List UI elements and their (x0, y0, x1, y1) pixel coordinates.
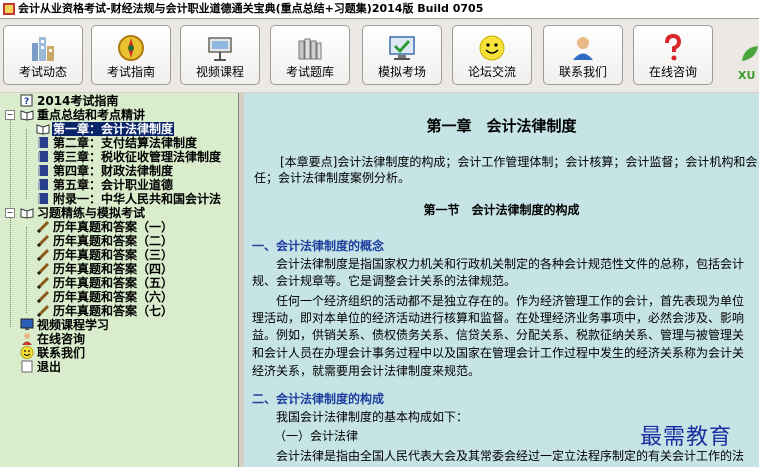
pencil-icon (36, 248, 50, 261)
content-pane: 第一章 会计法律制度 [本章要点]会计法律制度的构成；会计工作管理体制；会计核算… (244, 93, 759, 467)
tree-item-chapter-5[interactable]: 第五章：会计职业道德 (36, 178, 174, 192)
tree-item-past-exam-6[interactable]: 历年真题和答案（六） (36, 290, 174, 304)
tree-item-chapter-1[interactable]: 第一章：会计法律制度 (36, 122, 175, 136)
toolbar-button-label: 考试指南 (106, 65, 155, 79)
person-icon (22, 333, 32, 345)
tree-item-chapter-2[interactable]: 第二章：支付结算法律制度 (36, 136, 198, 150)
closed-book-icon (38, 165, 48, 176)
projector-icon (208, 37, 232, 61)
brand-text: XU (738, 69, 756, 82)
tree-collapse-toggle[interactable]: − (5, 110, 15, 120)
closed-book-icon (38, 137, 48, 148)
tree-item-contact-us[interactable]: 联系我们 (20, 346, 86, 360)
paragraph-line: 理活动，即对本单位的经济活动进行核算和监督。在处理经济业务事项中，必然会涉及、影… (252, 311, 745, 325)
city-buildings-icon (32, 37, 54, 61)
paragraph-line: 任何一个经济组织的活动都不是独立存在的。作为经济管理工作的会计，首先表现为单位 (276, 294, 745, 308)
paragraph-line: 会计法律制度是指国家权力机关和行政机关制定的各种会计规范性文件的总称，包括会计 (276, 257, 745, 271)
closed-book-icon (38, 179, 48, 190)
smiley-icon (479, 35, 505, 61)
pencil-icon (36, 304, 50, 317)
tree-connector (10, 115, 11, 327)
open-book-icon (20, 110, 34, 121)
tree-item-past-exam-1[interactable]: 历年真题和答案（一） (36, 220, 174, 234)
tree-item-chapter-3[interactable]: 第三章：税收征收管理法律制度 (36, 150, 222, 164)
toolbar-button-label: 在线咨询 (648, 65, 697, 79)
tree-item-past-exam-3[interactable]: 历年真题和答案（三） (36, 248, 174, 262)
toolbar-button-video-courses[interactable]: 视频课程 (180, 25, 260, 85)
tree-connector (26, 129, 27, 199)
key-points-line-2: 任；会计法律制度案例分析。 (254, 171, 411, 185)
blank-page-icon (21, 360, 33, 373)
question-mark-icon (665, 33, 682, 61)
window-title: 会计从业资格考试-财经法规与会计职业道德通关宝典(重点总结+习题集)2014版 … (18, 2, 484, 15)
toolbar-button-question-bank[interactable]: 考试题库 (270, 25, 350, 85)
toolbar-button-label: 模拟考场 (377, 65, 426, 79)
tree-item-key-summary[interactable]: 重点总结和考点精讲 (20, 108, 146, 122)
brand-logo: XU (738, 43, 759, 93)
paragraph-line: 益。例如，供销关系、债权债务关系、信贷关系、分配关系、税款征纳关系、管理与被管理… (252, 328, 745, 342)
tree-item-exam-guide-2014[interactable]: ? 2014考试指南 (20, 94, 119, 108)
paragraph-line: （一）会计法律 (274, 429, 359, 443)
paragraph-line: 经济关系，就需要用会计法律制度来规范。 (252, 364, 481, 378)
toolbar-button-forum[interactable]: 论坛交流 (452, 25, 532, 85)
tree-item-past-exam-2[interactable]: 历年真题和答案（二） (36, 234, 174, 248)
key-points-label: [本章要点] (280, 155, 338, 169)
main-toolbar: 考试动态 考试指南 视频课程 考试题库 模拟考场 论坛交流 联系我们 在线咨询 … (0, 19, 759, 92)
open-book-icon (20, 208, 34, 219)
tree-collapse-toggle[interactable]: − (5, 208, 15, 218)
toolbar-button-contact-us[interactable]: 联系我们 (543, 25, 623, 85)
toolbar-button-exam-guide[interactable]: 考试指南 (91, 25, 171, 85)
svg-text:?: ? (24, 97, 29, 107)
tree-connector (26, 227, 27, 313)
pencil-icon (36, 276, 50, 289)
tree-item-video-study[interactable]: 视频课程学习 (20, 318, 110, 332)
title-bar: 会计从业资格考试-财经法规与会计职业道德通关宝典(重点总结+习题集)2014版 … (0, 0, 759, 19)
tree-item-appendix-1[interactable]: 附录一：中华人民共和国会计法 (36, 192, 222, 206)
toolbar-button-label: 联系我们 (558, 65, 607, 79)
tree-item-past-exam-7[interactable]: 历年真题和答案（七） (36, 304, 174, 318)
open-book-icon (36, 124, 50, 135)
closed-book-icon (38, 151, 48, 162)
toolbar-button-label: 考试题库 (285, 65, 334, 79)
toolbar-button-label: 视频课程 (195, 65, 244, 79)
toolbar-button-exam-news[interactable]: 考试动态 (3, 25, 83, 85)
watermark: 最需教育 (640, 425, 733, 450)
leaf-icon (742, 46, 758, 61)
app-icon (3, 3, 15, 15)
key-points-text: 会计法律制度的构成；会计工作管理体制；会计核算；会计监督；会计机构和会 (337, 155, 758, 169)
paragraph-line: 我国会计法律制度的基本构成如下： (276, 410, 469, 424)
closed-book-icon (38, 193, 48, 204)
navigation-tree: ? 2014考试指南 − 重点总结和考点精讲 第一章：会计法律制度 第二章：支付结… (0, 93, 239, 467)
monitor-check-icon (389, 36, 415, 60)
contact-person-icon (573, 37, 593, 60)
tree-item-online-consult[interactable]: 在线咨询 (20, 332, 86, 346)
compass-badge-icon (118, 35, 144, 61)
help-book-icon: ? (20, 94, 33, 107)
heading-concept: 一、会计法律制度的概念 (252, 239, 385, 253)
toolbar-button-online-consult[interactable]: 在线咨询 (633, 25, 713, 85)
paragraph-line: 和会计人员在办理会计事务过程中以及国家在管理会计工作过程中发生的经济关系称为会计… (252, 346, 745, 360)
smiley-icon (20, 346, 34, 359)
chapter-title: 第一章 会计法律制度 (426, 117, 577, 135)
pencil-icon (36, 234, 50, 247)
paragraph-line: 规、会计规章等。它是调整会计关系的法律规范。 (252, 274, 517, 288)
tree-item-practice[interactable]: 习题精练与模拟考试 (20, 206, 146, 220)
pencil-icon (36, 262, 50, 275)
tree-item-past-exam-5[interactable]: 历年真题和答案（五） (36, 276, 174, 290)
books-icon (298, 38, 322, 60)
tree-item-past-exam-4[interactable]: 历年真题和答案（四） (36, 262, 174, 276)
pencil-icon (36, 220, 50, 233)
toolbar-button-mock-exam[interactable]: 模拟考场 (362, 25, 442, 85)
toolbar-button-label: 考试动态 (18, 65, 67, 79)
pencil-icon (36, 290, 50, 303)
heading-structure: 二、会计法律制度的构成 (252, 392, 385, 406)
video-monitor-icon (20, 318, 34, 330)
tree-item-chapter-4[interactable]: 第四章：财政法律制度 (36, 164, 174, 178)
toolbar-button-label: 论坛交流 (467, 65, 516, 79)
tree-item-exit[interactable]: 退出 (20, 360, 62, 374)
section-title: 第一节 会计法律制度的构成 (423, 203, 580, 217)
